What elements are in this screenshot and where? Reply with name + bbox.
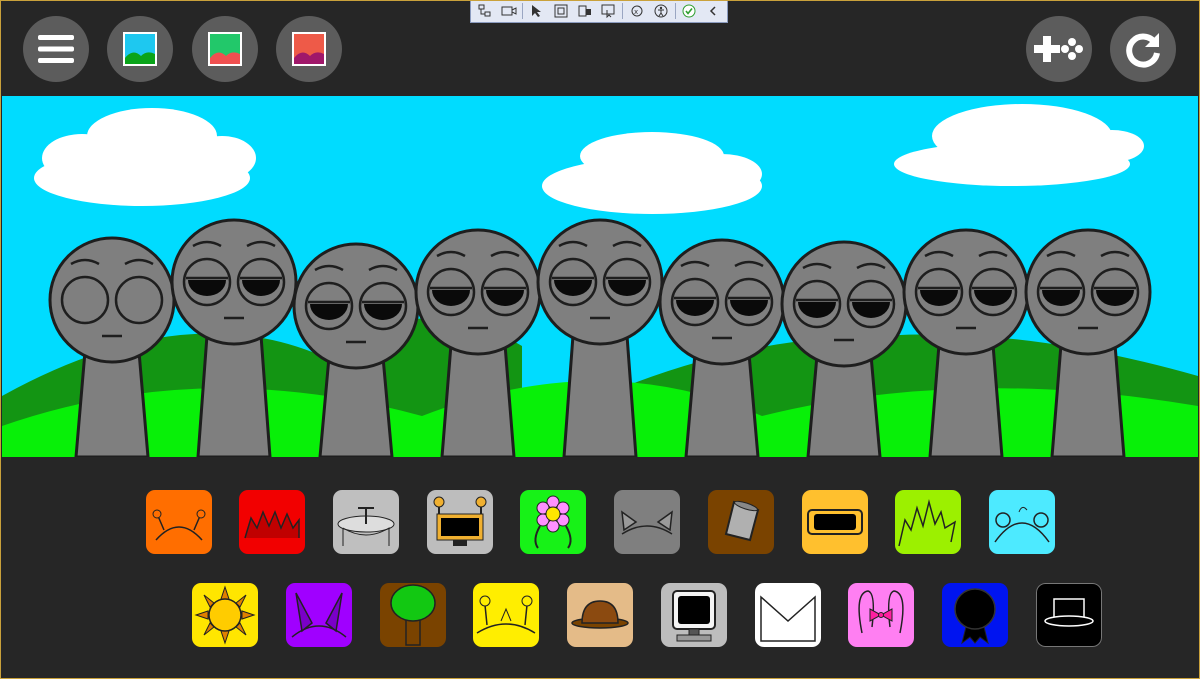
top-hat-icon [1036,583,1102,647]
add-character-button[interactable] [1026,16,1092,82]
preview-selection-icon[interactable] [599,2,619,20]
select-element-icon[interactable] [527,2,547,20]
check-icon[interactable] [680,2,700,20]
tile-robot-screen[interactable] [427,490,493,554]
sun-icon [192,583,258,647]
tile-cat-ears[interactable] [614,490,680,554]
menu-button[interactable] [23,16,89,82]
tile-horns[interactable] [286,583,352,647]
svg-text:x: x [634,8,638,16]
tile-bear-ears[interactable] [989,490,1055,554]
background-red-button[interactable] [276,16,342,82]
bowler-hat-icon [567,583,633,647]
toolbar-separator [674,3,676,19]
tile-bunny-ears-bow[interactable] [848,583,914,647]
tile-sun[interactable] [192,583,258,647]
accessibility-icon[interactable] [651,2,671,20]
accessory-tray [0,457,1200,679]
horns-icon [286,583,352,647]
toolbar-separator [522,3,524,19]
yellow-antennae-icon [473,583,539,647]
display-layout-icon[interactable] [551,2,571,20]
tile-white-envelope[interactable] [755,583,821,647]
landscape-red-icon [292,32,326,66]
tree-icon [380,583,446,647]
medal-icon [942,583,1008,647]
antenna-icon [146,490,212,554]
tile-propeller-hat[interactable] [333,490,399,554]
bear-ears-icon [989,490,1055,554]
tile-antenna-bugs[interactable] [146,490,212,554]
reset-button[interactable] [1110,16,1176,82]
record-icon[interactable] [499,2,519,20]
characters-group [48,218,1152,457]
tile-bucket[interactable] [708,490,774,554]
live-tree-icon[interactable] [475,2,495,20]
tile-visor[interactable] [802,490,868,554]
flower-icon [520,490,586,554]
tile-grass-spikes[interactable] [895,490,961,554]
bunny-bow-icon [848,583,914,647]
tile-flower[interactable] [520,490,586,554]
tile-bowler-hat[interactable] [567,583,633,647]
robot-icon [427,490,493,554]
computer-icon [661,583,727,647]
binding-failures-icon[interactable]: x [627,2,647,20]
tile-yellow-antennae[interactable] [473,583,539,647]
background-green-button[interactable] [192,16,258,82]
collapse-chevron-icon[interactable] [703,2,723,20]
track-focus-icon[interactable] [575,2,595,20]
gamepad-plus-icon [1034,36,1083,62]
tile-computer[interactable] [661,583,727,647]
envelope-icon [755,583,821,647]
grass-icon [895,490,961,554]
toolbar-separator [622,3,624,19]
visor-icon [802,490,868,554]
stage-scene [2,96,1198,457]
background-blue-button[interactable] [107,16,173,82]
landscape-green-icon [208,32,242,66]
stage [2,96,1198,457]
tile-spiky-crown[interactable] [239,490,305,554]
cat-ears-icon [614,490,680,554]
spikes-icon [239,490,305,554]
tile-dark-medal[interactable] [942,583,1008,647]
debug-toolbar: x [470,0,728,23]
top-bar: x [0,0,1200,96]
hamburger-icon [38,35,74,63]
tile-top-hat[interactable] [1036,583,1102,647]
landscape-blue-icon [123,32,157,66]
bucket-icon [708,490,774,554]
tile-tree[interactable] [380,583,446,647]
propeller-icon [333,490,399,554]
refresh-icon [1126,33,1160,68]
